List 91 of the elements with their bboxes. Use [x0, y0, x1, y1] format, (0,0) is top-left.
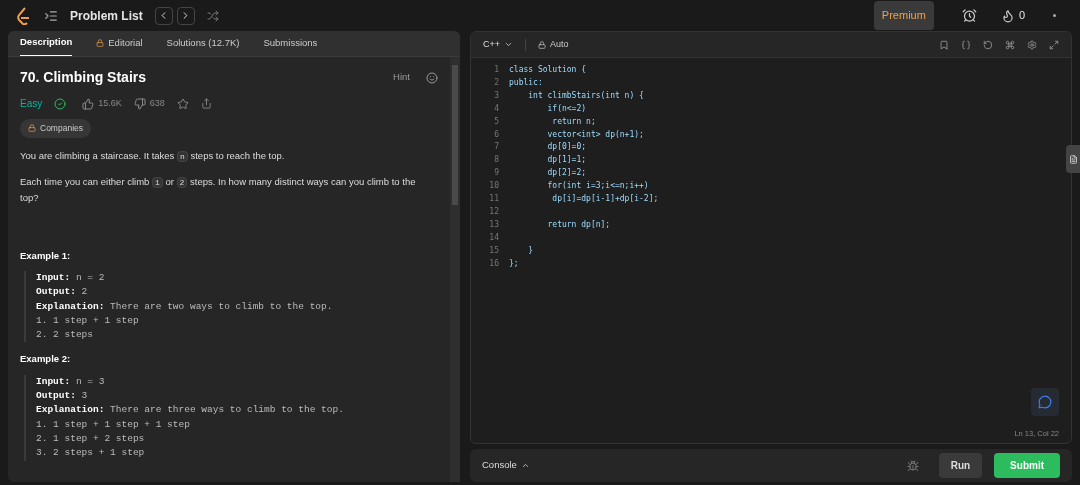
line-number: 11	[488, 193, 499, 206]
code-line: };	[509, 257, 519, 270]
description-paragraph: Each time you can either climb 1 or 2 steps. In how many distinct ways can you climb to the top?	[20, 174, 417, 205]
tab[interactable]: Editorial	[96, 35, 143, 56]
debug-icon[interactable]	[906, 459, 919, 472]
reset-icon[interactable]	[983, 39, 993, 50]
code-line: int climbStairs(int n) {	[527, 89, 644, 102]
line-number: 12	[488, 205, 499, 218]
line-number: 14	[488, 231, 499, 244]
notes-tab[interactable]	[1066, 145, 1080, 173]
example-heading: Example 2:	[20, 352, 72, 367]
code-line: }	[527, 244, 534, 257]
braces-icon[interactable]	[961, 39, 971, 50]
lock-icon	[96, 38, 105, 47]
mode-label: Auto	[538, 37, 569, 52]
example-line: Output: 2	[36, 285, 89, 300]
star-icon[interactable]	[176, 97, 189, 110]
line-number: 6	[493, 128, 499, 141]
example-line: 1. 1 step + 1 step + 1 step	[36, 417, 191, 432]
example-line: Input: n = 3	[36, 374, 106, 389]
code-line: dp[0]=0;	[546, 141, 587, 154]
like-count: 15.6K	[98, 96, 122, 110]
line-number: 15	[488, 244, 499, 257]
logo-icon[interactable]	[16, 6, 32, 25]
code-line: if(n<=2)	[546, 102, 587, 115]
code-line: dp[i]=dp[i-1]+dp[i-2];	[551, 193, 659, 206]
shuffle-icon[interactable]	[206, 9, 219, 22]
next-button[interactable]	[176, 6, 195, 25]
list-icon[interactable]	[44, 8, 58, 23]
tab[interactable]: Solutions (12.7K)	[166, 35, 240, 56]
dislike-count: 638	[149, 96, 165, 110]
example-line: Output: 3	[36, 389, 89, 404]
example-line: 2. 1 step + 2 steps	[36, 431, 146, 446]
document-icon	[1068, 154, 1078, 164]
difficulty-label: Easy	[20, 97, 43, 111]
expand-icon[interactable]	[1049, 39, 1059, 50]
premium-button[interactable]: Premium	[873, 1, 934, 30]
console-toggle[interactable]: Console	[482, 458, 530, 473]
smiley-icon[interactable]	[426, 71, 438, 84]
line-number: 4	[493, 102, 499, 115]
example-heading: Example 1:	[20, 248, 72, 263]
alarm-icon[interactable]	[961, 8, 977, 23]
code-line: vector<int> dp(n+1);	[546, 128, 644, 141]
line-number: 13	[488, 218, 499, 231]
tab[interactable]: Description	[20, 34, 73, 56]
line-number: 10	[488, 180, 499, 193]
like-icon[interactable]	[82, 97, 95, 110]
companies-tag[interactable]: Companies	[20, 119, 91, 138]
lock-icon	[538, 40, 546, 49]
line-number: 2	[493, 76, 499, 89]
line-number: 8	[493, 154, 499, 167]
line-number: 9	[493, 167, 499, 180]
streak-count: 0	[1018, 8, 1025, 24]
chevron-down-icon	[504, 40, 513, 49]
code-line: return n;	[551, 115, 596, 128]
lock-icon	[28, 124, 36, 133]
language-dropdown[interactable]: C++	[483, 37, 513, 52]
share-icon[interactable]	[200, 98, 212, 109]
example-line: 2. 2 steps	[36, 328, 94, 343]
chevron-up-icon	[520, 461, 530, 470]
chat-icon	[1038, 394, 1052, 409]
problem-list-link[interactable]: Problem List	[70, 6, 143, 25]
problem-title: 70. Climbing Stairs	[20, 68, 147, 87]
example-line: 3. 2 steps + 1 step	[36, 446, 146, 461]
command-icon[interactable]	[1005, 39, 1015, 50]
code-line: dp[2]=2;	[546, 167, 587, 180]
code-line: dp[1]=1;	[546, 154, 587, 167]
description-paragraph: You are climbing a staircase. It takes n steps to reach the top.	[20, 148, 286, 164]
line-number: 7	[493, 141, 499, 154]
line-number: 16	[488, 257, 499, 270]
chat-button[interactable]	[1031, 387, 1059, 416]
previous-button[interactable]	[154, 6, 173, 25]
code-line: class Solution {	[509, 64, 587, 76]
dislike-icon[interactable]	[133, 97, 146, 110]
code-line: public:	[509, 76, 543, 89]
scrollbar[interactable]	[450, 57, 460, 482]
example-line: Input: n = 2	[36, 271, 106, 285]
tab[interactable]: Submissions	[263, 35, 318, 56]
example-line: 1. 1 step + 1 step	[36, 313, 140, 328]
line-number: 5	[493, 115, 499, 128]
line-number: 3	[493, 89, 499, 102]
code-line: return dp[n];	[546, 218, 611, 231]
line-number: 1	[493, 64, 499, 76]
flame-icon[interactable]	[1000, 8, 1015, 23]
hint-link[interactable]: Hint	[393, 70, 410, 85]
bookmark-icon[interactable]	[939, 39, 949, 50]
settings-icon[interactable]	[1027, 39, 1037, 50]
code-line: for(int i=3;i<=n;i++)	[546, 180, 649, 193]
run-button[interactable]: Run	[938, 453, 983, 478]
example-line: Explanation: There are two ways to climb to the top.	[36, 299, 334, 314]
example-line: Explanation: There are three ways to climb to the top.	[36, 403, 345, 418]
